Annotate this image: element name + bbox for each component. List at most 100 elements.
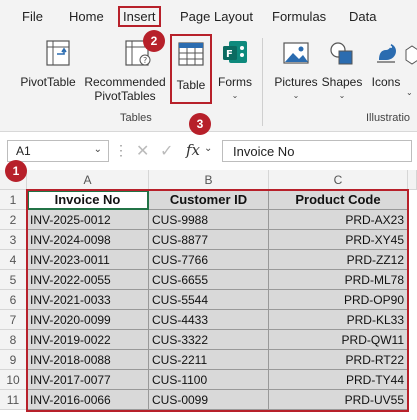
row-header-8[interactable]: 8 — [0, 330, 27, 350]
row-header-6[interactable]: 6 — [0, 290, 27, 310]
column-header-a[interactable]: A — [27, 170, 149, 190]
formula-bar: A1 ⌄ ⋮ ✕ ✓ fx ⌄ Invoice No — [0, 136, 417, 166]
pivot-table-icon — [45, 40, 70, 66]
formula-controls: ✕ ✓ fx ⌄ — [128, 140, 218, 162]
cell-a7[interactable]: INV-2020-0099 — [27, 310, 149, 330]
confirm-entry-icon[interactable]: ✓ — [160, 141, 173, 161]
menu-insert[interactable]: Insert — [118, 6, 161, 27]
row-header-3[interactable]: 3 — [0, 230, 27, 250]
pictures-button[interactable]: Pictures ⌄ — [272, 38, 320, 103]
row-header-11[interactable]: 11 — [0, 390, 27, 410]
step-badge-3: 3 — [189, 113, 211, 135]
menu-file[interactable]: File — [22, 9, 43, 24]
forms-button[interactable]: F Forms ⌄ — [214, 38, 256, 103]
row-header-10[interactable]: 10 — [0, 370, 27, 390]
icons-label: Icons — [371, 75, 401, 89]
step-badge-2: 2 — [143, 30, 165, 52]
cell-c9[interactable]: PRD-RT22 — [269, 350, 408, 370]
shapes-button[interactable]: Shapes ⌄ — [320, 38, 364, 103]
menu-data[interactable]: Data — [349, 9, 376, 24]
cell-b11[interactable]: CUS-0099 — [149, 390, 269, 410]
menu-formulas[interactable]: Formulas — [272, 9, 326, 24]
ribbon-divider — [262, 38, 263, 126]
cell-c2[interactable]: PRD-AX23 — [269, 210, 408, 230]
cell-a1[interactable]: Invoice No — [27, 190, 149, 210]
table-label: Table — [176, 78, 206, 92]
cell-c7[interactable]: PRD-KL33 — [269, 310, 408, 330]
menu-home[interactable]: Home — [69, 9, 104, 24]
cancel-entry-icon[interactable]: ✕ — [136, 141, 149, 161]
column-header-c[interactable]: C — [269, 170, 408, 190]
formula-input[interactable]: Invoice No — [222, 140, 412, 162]
menu-bar: File Home Insert Page Layout Formulas Da… — [0, 0, 417, 32]
pictures-label: Pictures — [274, 75, 318, 89]
cell-b2[interactable]: CUS-9988 — [149, 210, 269, 230]
cell-b3[interactable]: CUS-8877 — [149, 230, 269, 250]
cell-c1[interactable]: Product Code — [269, 190, 408, 210]
recommended-label-line1: Recommended — [84, 75, 166, 89]
cell-b7[interactable]: CUS-4433 — [149, 310, 269, 330]
cell-a8[interactable]: INV-2019-0022 — [27, 330, 149, 350]
cell-c6[interactable]: PRD-OP90 — [269, 290, 408, 310]
cell-b9[interactable]: CUS-2211 — [149, 350, 269, 370]
cell-a3[interactable]: INV-2024-0098 — [27, 230, 149, 250]
cell-c5[interactable]: PRD-ML78 — [269, 270, 408, 290]
icons-icon — [377, 44, 396, 63]
svg-text:?: ? — [143, 56, 147, 65]
table-button[interactable]: Table — [170, 34, 212, 104]
pivot-table-label: PivotTable — [20, 75, 76, 89]
3d-models-icon[interactable] — [404, 42, 417, 72]
svg-text:F: F — [226, 49, 233, 60]
recommended-label-line2: PivotTables — [94, 89, 156, 103]
row-header-7[interactable]: 7 — [0, 310, 27, 330]
cell-a5[interactable]: INV-2022-0055 — [27, 270, 149, 290]
cell-a6[interactable]: INV-2021-0033 — [27, 290, 149, 310]
cell-b1[interactable]: Customer ID — [149, 190, 269, 210]
name-box[interactable]: A1 ⌄ — [7, 140, 109, 162]
cell-c8[interactable]: PRD-QW11 — [269, 330, 408, 350]
insert-function-icon[interactable]: fx — [186, 141, 200, 159]
row-header-5[interactable]: 5 — [0, 270, 27, 290]
name-box-chevron-down-icon[interactable]: ⌄ — [94, 144, 102, 155]
cell-c11[interactable]: PRD-UV55 — [269, 390, 408, 410]
cell-a9[interactable]: INV-2018-0088 — [27, 350, 149, 370]
cell-a2[interactable]: INV-2025-0012 — [27, 210, 149, 230]
worksheet-grid: A B C 1 2 3 4 5 6 7 8 9 10 11 Invoice No Customer ID Pro… — [0, 170, 417, 420]
row-header-9[interactable]: 9 — [0, 350, 27, 370]
cell-b4[interactable]: CUS-7766 — [149, 250, 269, 270]
forms-icon: F — [223, 41, 247, 63]
step-badge-1: 1 — [5, 160, 27, 182]
row-header-1[interactable]: 1 — [0, 190, 27, 210]
shapes-icon — [330, 42, 353, 65]
fx-chevron-down-icon[interactable]: ⌄ — [204, 143, 212, 154]
pictures-icon — [283, 42, 309, 64]
cell-a4[interactable]: INV-2023-0011 — [27, 250, 149, 270]
column-header-b[interactable]: B — [149, 170, 269, 190]
pivot-table-button[interactable]: PivotTable — [14, 38, 82, 89]
forms-label: Forms — [218, 75, 252, 89]
name-box-value: A1 — [16, 144, 31, 158]
icons-button[interactable]: Icons — [366, 38, 406, 89]
cell-b5[interactable]: CUS-6655 — [149, 270, 269, 290]
group-label-tables: Tables — [120, 112, 152, 124]
cell-b6[interactable]: CUS-5544 — [149, 290, 269, 310]
cell-b10[interactable]: CUS-1100 — [149, 370, 269, 390]
cell-c4[interactable]: PRD-ZZ12 — [269, 250, 408, 270]
shapes-chevron-down-icon[interactable]: ⌄ — [320, 89, 364, 103]
cell-c3[interactable]: PRD-XY45 — [269, 230, 408, 250]
cell-c10[interactable]: PRD-TY44 — [269, 370, 408, 390]
group-label-illustrations: Illustratio — [366, 112, 411, 124]
row-header-4[interactable]: 4 — [0, 250, 27, 270]
pictures-chevron-down-icon[interactable]: ⌄ — [272, 89, 320, 103]
table-icon — [178, 42, 204, 66]
shapes-label: Shapes — [321, 75, 363, 89]
formula-bar-dots-icon: ⋮ — [114, 142, 128, 158]
3d-models-chevron-down-icon[interactable]: ⌄ — [406, 88, 413, 97]
forms-chevron-down-icon[interactable]: ⌄ — [214, 89, 256, 103]
cell-a10[interactable]: INV-2017-0077 — [27, 370, 149, 390]
cell-b8[interactable]: CUS-3322 — [149, 330, 269, 350]
cell-a11[interactable]: INV-2016-0066 — [27, 390, 149, 410]
row-header-2[interactable]: 2 — [0, 210, 27, 230]
menu-page-layout[interactable]: Page Layout — [180, 9, 253, 24]
column-header-partial[interactable] — [408, 170, 417, 190]
